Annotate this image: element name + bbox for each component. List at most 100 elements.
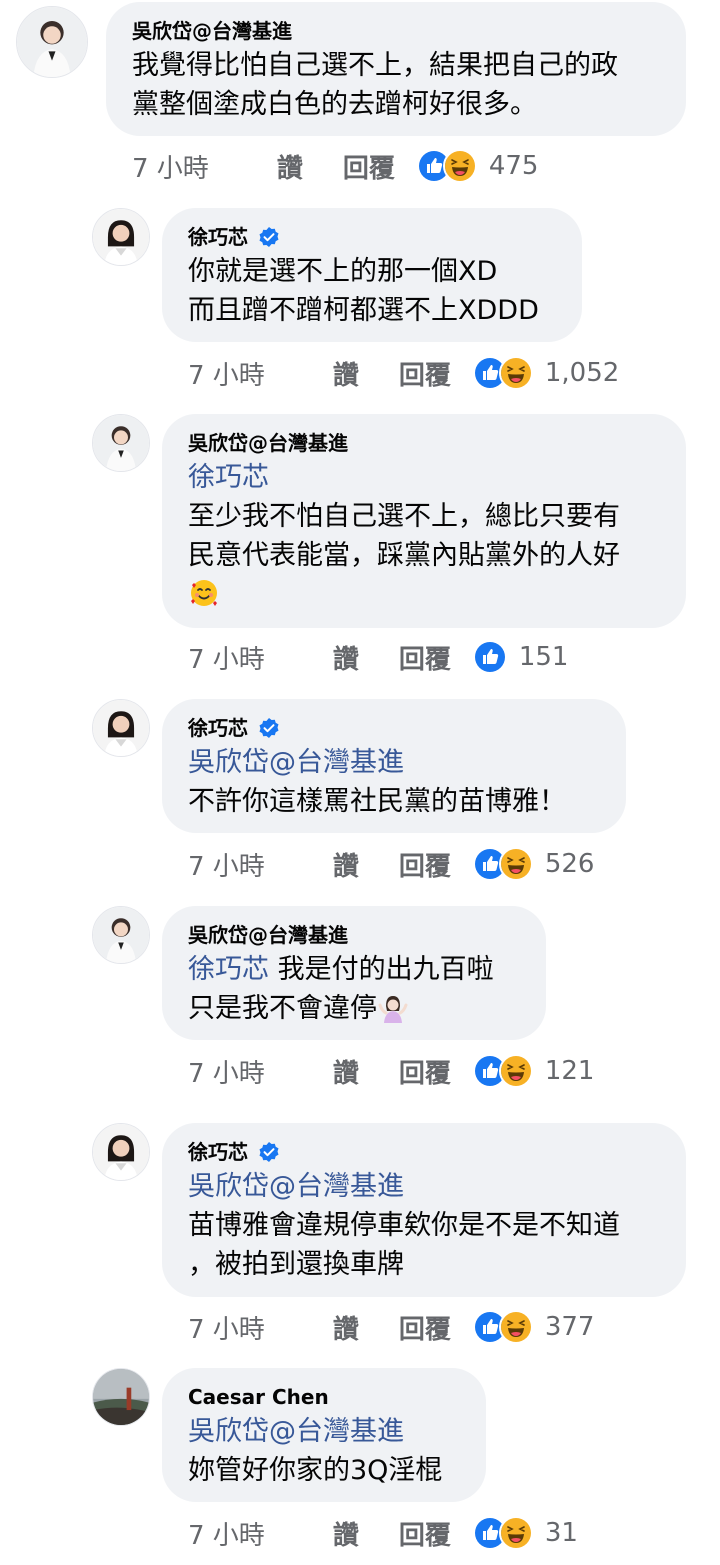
reaction-summary[interactable] <box>416 149 477 183</box>
comment-line: 我覺得比怕自己選不上，結果把自己的政 <box>132 50 618 81</box>
reaction-count[interactable]: 526 <box>545 849 595 879</box>
comment-bubble[interactable]: 吳欣岱@台灣基進 徐巧芯 我是付的出九百啦 只是我不會違停 <box>162 906 546 1040</box>
reaction-count[interactable]: 31 <box>545 1518 578 1548</box>
verified-badge-icon <box>258 717 280 739</box>
reaction-summary[interactable] <box>472 847 533 881</box>
reaction-summary[interactable] <box>472 1054 533 1088</box>
comment-actions: 7 小時 讚 回覆 151 <box>188 639 568 675</box>
comment-bubble[interactable]: Caesar Chen 吳欣岱@台灣基進 妳管好你家的3Q淫棍 <box>162 1368 486 1502</box>
comment-author[interactable]: 吳欣岱@台灣基進 <box>132 18 660 44</box>
comment-author[interactable]: 徐巧芯 <box>188 715 600 741</box>
like-button[interactable]: 讚 <box>333 1515 359 1552</box>
reaction-count[interactable]: 151 <box>519 642 569 672</box>
comment-bubble[interactable]: 徐巧芯 吳欣岱@台灣基進 苗博雅會違規停車欸你是不是不知道 ，被拍到還換車牌 <box>162 1123 686 1297</box>
avatar[interactable] <box>92 699 150 757</box>
comment-text: 我覺得比怕自己選不上，結果把自己的政 黨整個塗成白色的去蹭柯好很多。 <box>132 46 660 124</box>
comment-text: 吳欣岱@台灣基進 妳管好你家的3Q淫棍 <box>188 1412 460 1490</box>
reaction-summary[interactable] <box>472 640 507 674</box>
reply-button[interactable]: 回覆 <box>399 846 451 883</box>
comment-line: 民意代表能當，踩黨內貼黨外的人好 <box>188 540 620 571</box>
mention-link[interactable]: 吳欣岱@台灣基進 <box>188 1416 404 1447</box>
person-shrugging-emoji <box>377 991 409 1023</box>
comment-author[interactable]: Caesar Chen <box>188 1384 460 1410</box>
avatar[interactable] <box>92 1123 150 1181</box>
timestamp[interactable]: 7 小時 <box>132 148 209 185</box>
like-button[interactable]: 讚 <box>333 846 359 883</box>
comment-line: 而且蹭不蹭柯都選不上XDDD <box>188 295 539 326</box>
reaction-count[interactable]: 475 <box>489 151 539 181</box>
comment-bubble[interactable]: 吳欣岱@台灣基進 我覺得比怕自己選不上，結果把自己的政 黨整個塗成白色的去蹭柯好… <box>106 2 686 136</box>
mention-link[interactable]: 徐巧芯 <box>188 954 269 985</box>
like-button[interactable]: 讚 <box>333 1053 359 1090</box>
avatar[interactable] <box>16 6 88 78</box>
mention-link[interactable]: 徐巧芯 <box>188 462 269 493</box>
comment-line: 妳管好你家的3Q淫棍 <box>188 1455 443 1486</box>
comment-text: 徐巧芯 我是付的出九百啦 只是我不會違停 <box>188 950 520 1028</box>
comment-text: 你就是選不上的那一個XD 而且蹭不蹭柯都選不上XDDD <box>188 252 556 330</box>
reply-button[interactable]: 回覆 <box>399 1515 451 1552</box>
like-button[interactable]: 讚 <box>333 639 359 676</box>
haha-icon <box>498 847 533 881</box>
comment-line: 至少我不怕自己選不上，總比只要有 <box>188 501 620 532</box>
haha-icon <box>498 1516 533 1550</box>
comment-line: 只是我不會違停 <box>188 993 377 1024</box>
reaction-count[interactable]: 121 <box>545 1056 595 1086</box>
reaction-count[interactable]: 377 <box>545 1312 595 1342</box>
comment-bubble[interactable]: 徐巧芯 你就是選不上的那一個XD 而且蹭不蹭柯都選不上XDDD <box>162 208 582 342</box>
comment-actions: 7 小時 讚 回覆 475 <box>132 148 538 184</box>
avatar[interactable] <box>92 414 150 472</box>
avatar[interactable] <box>92 1368 150 1426</box>
like-button[interactable]: 讚 <box>333 1309 359 1346</box>
reply-button[interactable]: 回覆 <box>399 639 451 676</box>
comment-line: 我是付的出九百啦 <box>269 954 494 985</box>
comment-author[interactable]: 徐巧芯 <box>188 1139 660 1165</box>
comment-bubble[interactable]: 徐巧芯 吳欣岱@台灣基進 不許你這樣罵社民黨的苗博雅！ <box>162 699 626 833</box>
comment-bubble[interactable]: 吳欣岱@台灣基進 徐巧芯 至少我不怕自己選不上，總比只要有 民意代表能當，踩黨內… <box>162 414 686 628</box>
comment-actions: 7 小時 讚 回覆 1,052 <box>188 355 619 391</box>
smiling-face-with-hearts-emoji <box>188 577 220 609</box>
avatar[interactable] <box>92 906 150 964</box>
comment-line: 你就是選不上的那一個XD <box>188 256 498 287</box>
like-button[interactable]: 讚 <box>277 148 303 185</box>
verified-badge-icon <box>258 1141 280 1163</box>
comment-actions: 7 小時 讚 回覆 121 <box>188 1053 594 1089</box>
reaction-count[interactable]: 1,052 <box>545 358 619 388</box>
comment-actions: 7 小時 讚 回覆 526 <box>188 846 594 882</box>
comment-text: 吳欣岱@台灣基進 不許你這樣罵社民黨的苗博雅！ <box>188 743 600 821</box>
comment-author[interactable]: 徐巧芯 <box>188 224 556 250</box>
author-name[interactable]: 徐巧芯 <box>188 715 248 741</box>
comment-actions: 7 小時 讚 回覆 31 <box>188 1515 578 1551</box>
reply-button[interactable]: 回覆 <box>399 1053 451 1090</box>
mention-link[interactable]: 吳欣岱@台灣基進 <box>188 747 404 778</box>
haha-icon <box>498 356 533 390</box>
reply-button[interactable]: 回覆 <box>399 1309 451 1346</box>
comment-text: 徐巧芯 至少我不怕自己選不上，總比只要有 民意代表能當，踩黨內貼黨外的人好 <box>188 458 660 614</box>
reaction-summary[interactable] <box>472 1310 533 1344</box>
like-button[interactable]: 讚 <box>333 355 359 392</box>
timestamp[interactable]: 7 小時 <box>188 639 265 676</box>
timestamp[interactable]: 7 小時 <box>188 1515 265 1552</box>
comment-text: 吳欣岱@台灣基進 苗博雅會違規停車欸你是不是不知道 ，被拍到還換車牌 <box>188 1167 660 1284</box>
comment-line: ，被拍到還換車牌 <box>188 1249 404 1280</box>
timestamp[interactable]: 7 小時 <box>188 1309 265 1346</box>
mention-link[interactable]: 吳欣岱@台灣基進 <box>188 1171 404 1202</box>
reply-button[interactable]: 回覆 <box>399 355 451 392</box>
reply-button[interactable]: 回覆 <box>343 148 395 185</box>
haha-icon <box>442 149 477 183</box>
reaction-summary[interactable] <box>472 1516 533 1550</box>
like-icon <box>472 640 507 674</box>
comment-line: 苗博雅會違規停車欸你是不是不知道 <box>188 1210 620 1241</box>
timestamp[interactable]: 7 小時 <box>188 1053 265 1090</box>
comment-author[interactable]: 吳欣岱@台灣基進 <box>188 922 520 948</box>
avatar[interactable] <box>92 208 150 266</box>
haha-icon <box>498 1310 533 1344</box>
haha-icon <box>498 1054 533 1088</box>
author-name[interactable]: 徐巧芯 <box>188 1139 248 1165</box>
timestamp[interactable]: 7 小時 <box>188 355 265 392</box>
comment-line: 不許你這樣罵社民黨的苗博雅！ <box>188 786 566 817</box>
verified-badge-icon <box>258 226 280 248</box>
timestamp[interactable]: 7 小時 <box>188 846 265 883</box>
reaction-summary[interactable] <box>472 356 533 390</box>
comment-author[interactable]: 吳欣岱@台灣基進 <box>188 430 660 456</box>
author-name[interactable]: 徐巧芯 <box>188 224 248 250</box>
